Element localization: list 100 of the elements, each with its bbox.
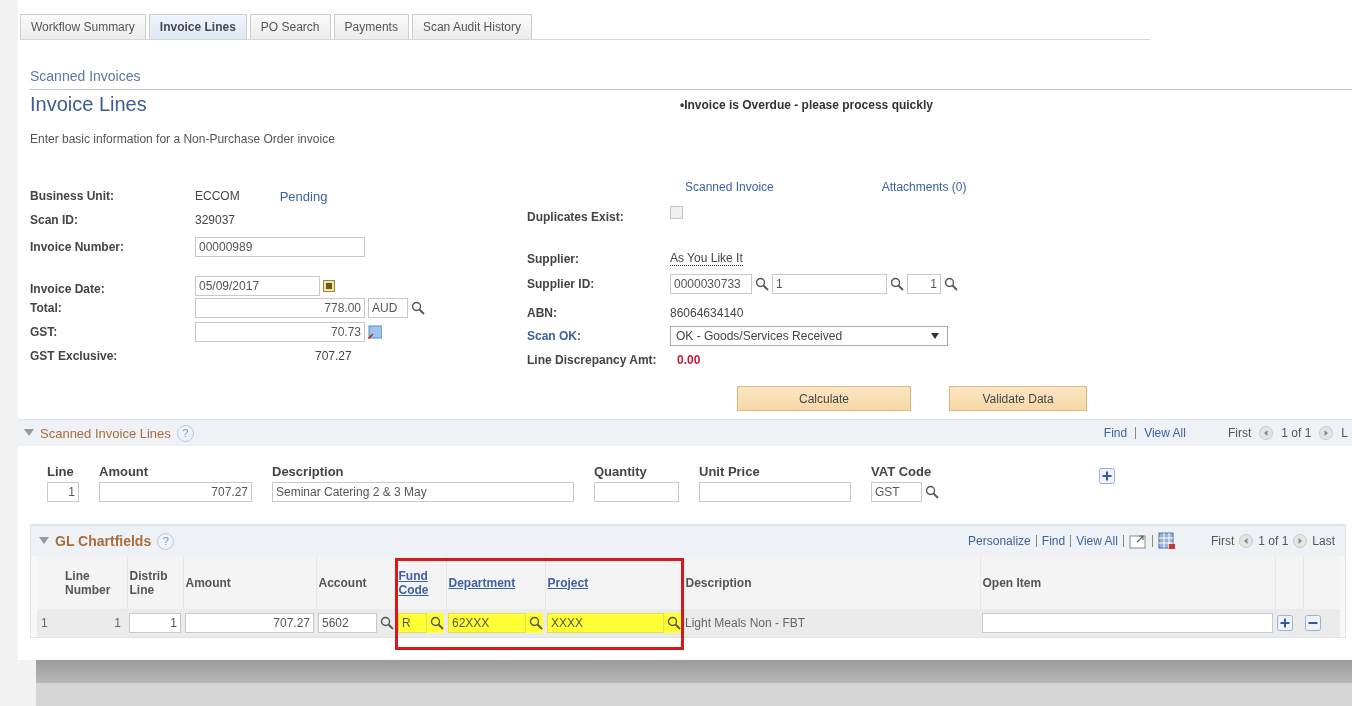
nav-link[interactable]: Personalize bbox=[968, 534, 1031, 548]
currency-field[interactable]: AUD bbox=[368, 298, 408, 318]
input-field[interactable]: 00000989 bbox=[195, 237, 365, 257]
page-count: 1 of 1 bbox=[1258, 534, 1289, 548]
input-field[interactable]: 778.00 bbox=[195, 298, 365, 318]
column-header: Line Number bbox=[65, 568, 112, 597]
overdue-notice: •Invoice is Overdue - please process quickly bbox=[680, 98, 933, 114]
input-field[interactable]: 5602 bbox=[318, 613, 377, 633]
field-label: Supplier: bbox=[527, 252, 580, 266]
field-label: Scan ID: bbox=[30, 213, 79, 227]
input-field[interactable]: Seminar Catering 2 & 3 May bbox=[272, 482, 574, 502]
tab[interactable]: Payments bbox=[333, 14, 409, 39]
input-field[interactable]: 707.27 bbox=[99, 482, 252, 502]
nav-link[interactable]: Find bbox=[1103, 426, 1128, 440]
header-link[interactable]: Attachments (0) bbox=[881, 180, 967, 202]
spreadsheet-icon[interactable] bbox=[1157, 532, 1176, 550]
section-title: GL Chartfields bbox=[55, 533, 152, 549]
field-value: 86064634140 bbox=[670, 306, 744, 320]
table-cell: Light Meals Non - FBT bbox=[685, 616, 806, 630]
field-label-link[interactable]: Scan OK: bbox=[527, 329, 670, 343]
first-label: First bbox=[1227, 426, 1252, 440]
column-label: Unit Price bbox=[699, 464, 761, 479]
input-field[interactable] bbox=[699, 482, 851, 502]
previous-icon[interactable] bbox=[1259, 426, 1274, 440]
column-label: Description bbox=[272, 464, 345, 479]
input-field[interactable]: 70.73 bbox=[195, 322, 365, 342]
search-icon[interactable] bbox=[430, 616, 444, 630]
column-header-link[interactable]: Fund Code bbox=[398, 568, 444, 597]
supplier-name[interactable]: As You Like It bbox=[670, 251, 743, 266]
column-header: Amount bbox=[185, 575, 231, 590]
tab[interactable]: PO Search bbox=[249, 14, 331, 39]
status-link[interactable]: Pending bbox=[279, 188, 328, 204]
input-field[interactable]: 62XXX bbox=[448, 613, 526, 633]
field-label: Invoice Date: bbox=[30, 282, 106, 296]
date-field[interactable]: 05/09/2017 bbox=[195, 276, 320, 296]
last-label: L bbox=[1341, 426, 1348, 440]
dropdown[interactable]: OK - Goods/Services Received bbox=[670, 326, 948, 346]
instructions-text: Enter basic information for a Non-Purchase Order invoice bbox=[30, 132, 336, 146]
zoom-grid-icon[interactable] bbox=[1128, 533, 1147, 549]
input-field[interactable]: 1 bbox=[772, 274, 887, 294]
search-icon[interactable] bbox=[529, 616, 543, 630]
search-icon[interactable] bbox=[890, 277, 904, 291]
first-label: First bbox=[1210, 534, 1235, 548]
column-header: Open Item bbox=[982, 575, 1042, 590]
input-field[interactable]: 707.27 bbox=[185, 613, 314, 633]
search-icon[interactable] bbox=[925, 485, 939, 499]
input-field[interactable]: 1 bbox=[47, 482, 79, 502]
add-row-icon[interactable] bbox=[1277, 615, 1293, 631]
column-header-link[interactable]: Department bbox=[448, 575, 516, 590]
section-title: Scanned Invoice Lines bbox=[40, 425, 171, 441]
field-label: Business Unit: bbox=[30, 189, 115, 203]
delete-row-icon[interactable] bbox=[1305, 615, 1321, 631]
input-field[interactable] bbox=[594, 482, 679, 502]
input-field[interactable]: 1 bbox=[129, 613, 181, 633]
field-label: Total: bbox=[30, 301, 63, 315]
calendar-icon[interactable] bbox=[323, 280, 335, 292]
page-count: 1 of 1 bbox=[1281, 426, 1312, 440]
page-title: Invoice Lines bbox=[30, 92, 148, 116]
dropdown-arrow-icon[interactable] bbox=[931, 333, 939, 339]
tab[interactable]: Workflow Summary bbox=[20, 14, 146, 39]
checkbox[interactable] bbox=[670, 205, 683, 219]
tab[interactable]: Scan Audit History bbox=[411, 14, 532, 39]
input-field[interactable]: XXXX bbox=[547, 613, 664, 633]
column-label: Line bbox=[47, 464, 75, 479]
tab[interactable]: Invoice Lines bbox=[148, 14, 247, 39]
column-header-link[interactable]: Project bbox=[547, 575, 589, 590]
input-field[interactable]: 1 bbox=[907, 274, 941, 294]
search-icon[interactable] bbox=[944, 277, 958, 291]
previous-icon[interactable] bbox=[1239, 534, 1254, 548]
search-icon[interactable] bbox=[667, 616, 681, 630]
field-label: GST Exclusive: bbox=[30, 349, 119, 363]
next-icon[interactable] bbox=[1293, 534, 1308, 548]
field-label: Line Discrepancy Amt: bbox=[527, 353, 658, 367]
search-icon[interactable] bbox=[380, 616, 394, 630]
header-link[interactable]: Scanned Invoice bbox=[685, 180, 774, 202]
table-cell: 1 bbox=[114, 616, 121, 630]
search-icon[interactable] bbox=[755, 277, 769, 291]
nav-link[interactable]: View All bbox=[1144, 426, 1186, 440]
note-icon[interactable] bbox=[368, 325, 382, 339]
breadcrumb-link[interactable]: Scanned Invoices bbox=[30, 68, 1352, 90]
column-header: Description bbox=[685, 575, 752, 590]
search-icon[interactable] bbox=[411, 301, 425, 315]
field-label: Duplicates Exist: bbox=[527, 210, 625, 224]
action-button[interactable]: Calculate bbox=[737, 386, 911, 411]
input-field[interactable]: 0000030733 bbox=[670, 274, 752, 294]
next-icon[interactable] bbox=[1319, 426, 1334, 440]
add-row-icon[interactable] bbox=[1099, 468, 1115, 484]
field-label: Invoice Number: bbox=[30, 240, 126, 254]
input-field[interactable]: R bbox=[398, 613, 427, 633]
action-button[interactable]: Validate Data bbox=[949, 386, 1087, 411]
field-label: ABN: bbox=[527, 306, 558, 320]
input-field[interactable]: GST bbox=[871, 482, 922, 502]
column-label: VAT Code bbox=[871, 464, 933, 479]
last-label: Last bbox=[1312, 534, 1335, 548]
nav-link[interactable]: View All bbox=[1076, 534, 1118, 548]
input-field[interactable] bbox=[982, 613, 1273, 633]
table-cell: 1 bbox=[41, 616, 48, 630]
field-value: ECCOM bbox=[195, 189, 240, 203]
column-header: Account bbox=[318, 575, 367, 590]
nav-link[interactable]: Find bbox=[1041, 534, 1066, 548]
